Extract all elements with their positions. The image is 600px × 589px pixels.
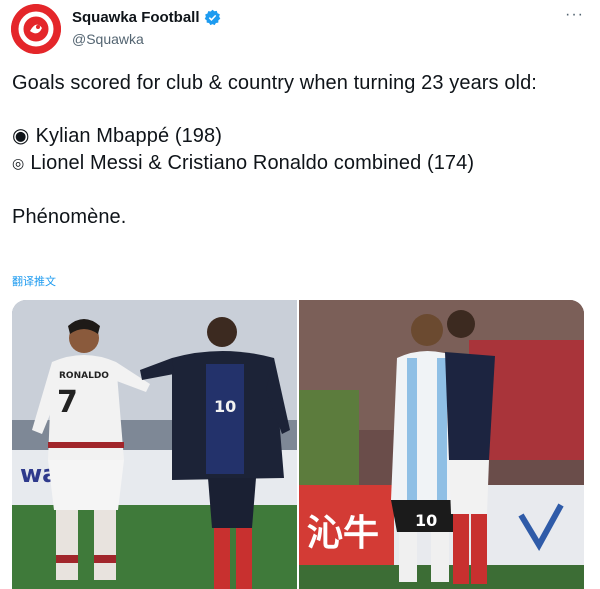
tweet-line-intro: Goals scored for club & country when tur… [12, 72, 537, 94]
tweet-closing: Phénomène. [12, 206, 127, 228]
list-item: ◉ Kylian Mbappé (198) [12, 123, 582, 150]
more-options-icon[interactable]: ··· [565, 6, 584, 24]
author-name[interactable]: Squawka Football [72, 9, 200, 26]
verified-badge-icon [204, 9, 221, 26]
shirt-number-text: 7 [57, 385, 78, 420]
tweet-media[interactable]: wa en RONALDO 7 10 [12, 300, 584, 589]
shirt-name-text: RONALDO [59, 371, 109, 381]
fisheye-bullet-icon: ◉ [12, 125, 30, 147]
ad-board-text: 沁牛 [307, 513, 379, 554]
photo-messi-mbappe[interactable]: 沁牛 10 [299, 300, 584, 589]
avatar[interactable] [11, 4, 61, 54]
author-handle[interactable]: @Squawka [72, 31, 144, 47]
list-item: ◎ Lionel Messi & Cristiano Ronaldo combi… [12, 150, 582, 177]
shirt-number-text: 10 [214, 397, 236, 416]
photo-mbappe-ronaldo[interactable]: wa en RONALDO 7 10 [12, 300, 297, 589]
shirt-number-text: 10 [415, 511, 437, 530]
bullseye-bullet-icon: ◎ [12, 155, 25, 171]
squawka-logo-icon [11, 4, 61, 54]
list-item-text: Kylian Mbappé (198) [35, 125, 223, 147]
tweet-header: Squawka Football @Squawka ··· [0, 0, 600, 60]
tweet-body: Goals scored for club & country when tur… [12, 70, 582, 231]
translate-tweet-link[interactable]: 翻译推文 [12, 273, 56, 289]
list-item-text: Lionel Messi & Cristiano Ronaldo combine… [30, 152, 475, 174]
